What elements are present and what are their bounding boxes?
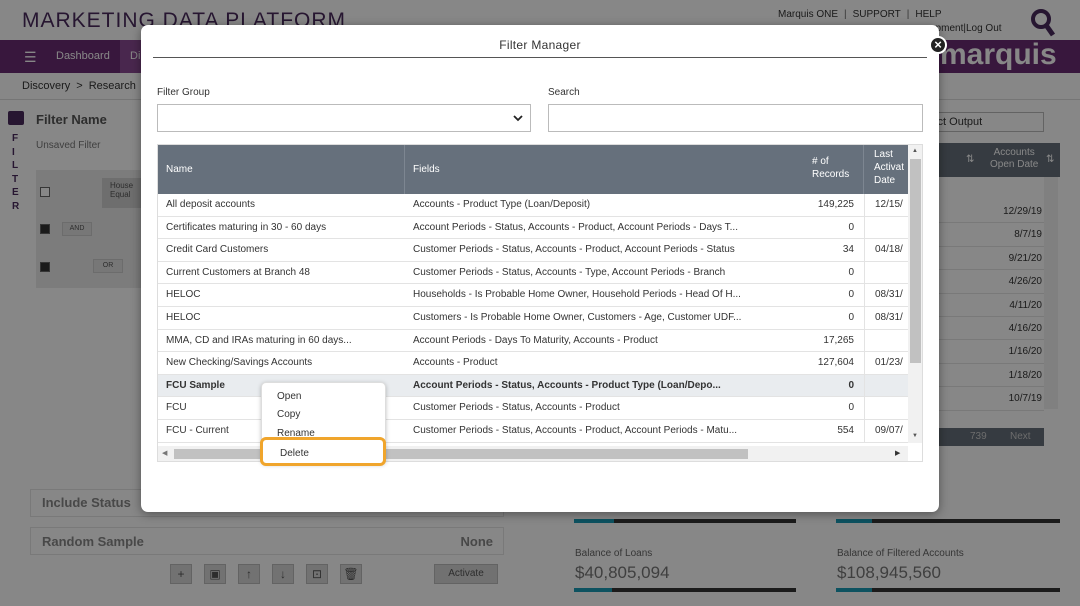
cell-fields: Households - Is Probable Home Owner, Hou… (413, 289, 741, 301)
cell-last: 09/07/ (864, 419, 908, 442)
modal-title: Filter Manager (499, 38, 581, 52)
cell-last: 12/15/ (864, 194, 908, 216)
scroll-left-icon[interactable]: ◀ (162, 449, 167, 457)
cell-last (864, 216, 908, 239)
cell-last: 04/18/ (864, 239, 908, 262)
cell-records: 0 (848, 289, 854, 301)
cell-fields: Accounts - Product Type (Loan/Deposit) (413, 199, 591, 210)
column-header-last-activated[interactable]: Last Activat Date (864, 145, 908, 194)
cell-records: 0 (848, 379, 854, 391)
chevron-down-icon (513, 115, 523, 122)
filter-group-select[interactable] (157, 104, 531, 132)
cell-last (864, 329, 908, 352)
cell-name: HELOC (166, 311, 201, 323)
cell-records: 149,225 (817, 199, 854, 210)
cell-fields: Account Periods - Status, Accounts - Pro… (413, 221, 738, 233)
cell-fields: Customers - Is Probable Home Owner, Cust… (413, 311, 742, 323)
column-header-name[interactable]: Name (158, 145, 405, 194)
search-label: Search (548, 87, 580, 98)
cell-fields: Account Periods - Days To Maturity, Acco… (413, 334, 658, 346)
table-row[interactable]: All deposit accounts Accounts - Product … (158, 194, 908, 217)
cell-last (864, 261, 908, 284)
cell-fields: Customer Periods - Status, Accounts - Pr… (413, 402, 620, 414)
table-row[interactable]: New Checking/Savings Accounts Accounts -… (158, 352, 908, 375)
table-row[interactable]: HELOC Customers - Is Probable Home Owner… (158, 306, 908, 330)
cell-records: 554 (837, 424, 854, 436)
search-input[interactable] (548, 104, 923, 132)
cell-records: 34 (842, 244, 854, 256)
cell-records: 127,604 (817, 357, 854, 369)
scroll-up-icon[interactable]: ▲ (912, 148, 918, 154)
scroll-down-icon[interactable]: ▼ (912, 433, 918, 439)
table-header: Name Fields # of Records Last Activat Date (158, 145, 908, 194)
table-row[interactable]: HELOC Households - Is Probable Home Owne… (158, 284, 908, 307)
table-row[interactable]: MMA, CD and IRAs maturing in 60 days... … (158, 329, 908, 353)
column-header-records[interactable]: # of Records (804, 145, 864, 194)
menu-item-delete[interactable]: Delete (280, 448, 309, 459)
cell-name: Credit Card Customers (166, 244, 269, 256)
menu-item-copy[interactable]: Copy (277, 409, 300, 420)
table-row[interactable]: Certificates maturing in 30 - 60 days Ac… (158, 216, 908, 240)
cell-fields: Customer Periods - Status, Accounts - Ty… (413, 266, 726, 278)
table-row[interactable]: Current Customers at Branch 48 Customer … (158, 261, 908, 285)
cell-records: 0 (848, 221, 854, 233)
cell-last: 08/31/ (864, 306, 908, 329)
cell-last (864, 397, 908, 420)
cell-last: 08/31/ (864, 284, 908, 307)
vertical-scrollbar[interactable]: ▲ ▼ (908, 145, 922, 443)
cell-records: 0 (848, 311, 854, 323)
cell-fields: Customer Periods - Status, Accounts - Pr… (413, 244, 735, 256)
filter-group-label: Filter Group (157, 87, 210, 98)
cell-fields: Account Periods - Status, Accounts - Pro… (413, 379, 721, 391)
cell-fields: Accounts - Product (413, 357, 498, 369)
cell-name: MMA, CD and IRAs maturing in 60 days... (166, 334, 352, 346)
cell-name: All deposit accounts (166, 199, 255, 210)
cell-records: 17,265 (823, 334, 854, 346)
cell-last: 01/23/ (864, 352, 908, 375)
cell-fields: Customer Periods - Status, Accounts - Pr… (413, 424, 738, 436)
scroll-right-icon[interactable]: ▶ (895, 449, 900, 457)
scrollbar-thumb[interactable] (910, 159, 921, 363)
cell-name: Current Customers at Branch 48 (166, 266, 310, 278)
menu-item-open[interactable]: Open (277, 391, 301, 402)
cell-records: 0 (848, 402, 854, 414)
cell-records: 0 (848, 266, 854, 278)
column-header-fields[interactable]: Fields (405, 145, 804, 194)
cell-name: New Checking/Savings Accounts (166, 357, 313, 369)
table-row[interactable]: Credit Card Customers Customer Periods -… (158, 239, 908, 262)
cell-name: Certificates maturing in 30 - 60 days (166, 221, 327, 233)
menu-item-delete-highlighted[interactable]: Delete (260, 437, 386, 466)
cell-last (864, 374, 908, 397)
cell-name: HELOC (166, 289, 201, 301)
close-icon[interactable]: × (929, 36, 947, 54)
